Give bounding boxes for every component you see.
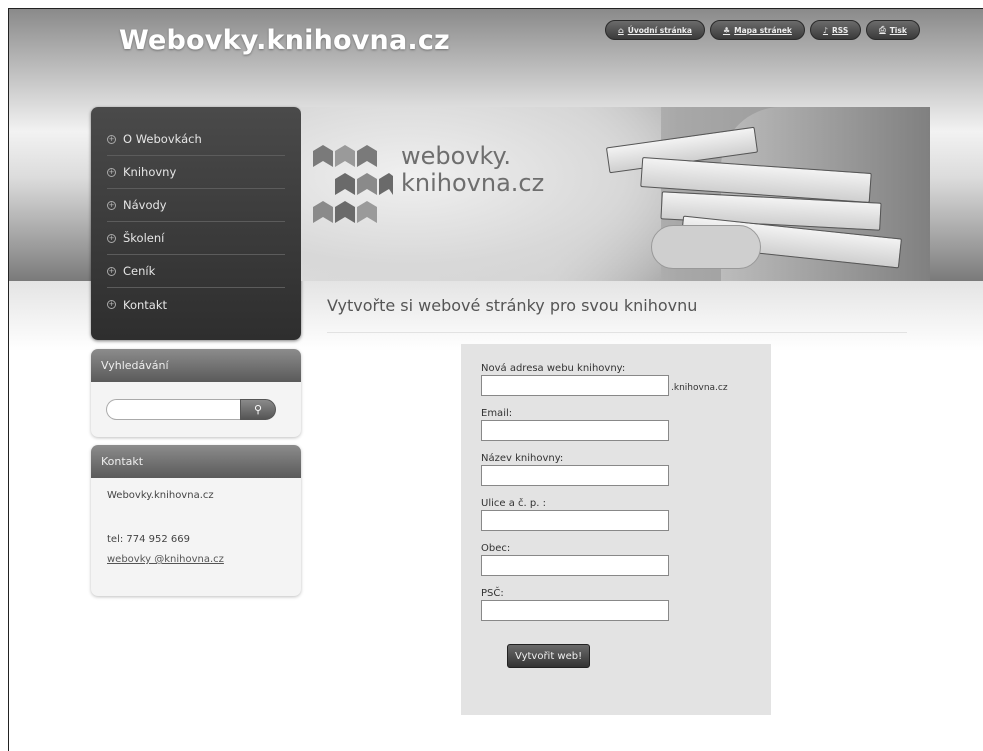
- top-link-rss[interactable]: ♪ RSS: [809, 20, 862, 40]
- banner-hand: [651, 225, 761, 269]
- nav-item-label: Školení: [123, 231, 165, 245]
- top-link-label: Tisk: [889, 25, 907, 35]
- contact-email-link[interactable]: webovky @knihovna.cz: [107, 554, 301, 565]
- nav-item-cenik[interactable]: + Ceník: [107, 255, 285, 288]
- field-label: Obec:: [481, 543, 511, 554]
- nav-item-label: Ceník: [123, 264, 156, 278]
- library-name-input[interactable]: [481, 465, 669, 486]
- search-button[interactable]: ⚲: [240, 399, 276, 420]
- search-input[interactable]: [106, 399, 240, 420]
- contact-phone: tel: 774 952 669: [107, 534, 191, 545]
- field-label: Ulice a č. p. :: [481, 498, 546, 509]
- heading-divider: [327, 332, 907, 333]
- circle-bullet-icon: +: [107, 167, 116, 177]
- top-link-label: Mapa stránek: [734, 25, 792, 35]
- field-label: Email:: [481, 408, 513, 419]
- banner-logo-text: webovky. knihovna.cz: [401, 143, 544, 197]
- search-panel-title: Vyhledávání: [91, 349, 301, 382]
- create-web-button[interactable]: Vytvořit web!: [507, 644, 591, 668]
- street-input[interactable]: [481, 510, 669, 531]
- circle-bullet-icon: +: [107, 134, 116, 144]
- hero-banner: webovky. knihovna.cz: [301, 107, 930, 281]
- circle-bullet-icon: +: [107, 266, 116, 276]
- sitemap-icon: ♣: [722, 25, 731, 35]
- nav-item-label: Knihovny: [123, 165, 177, 179]
- top-link-label: Úvodní stránka: [627, 25, 692, 35]
- circle-bullet-icon: +: [107, 233, 116, 243]
- page: Webovky.knihovna.cz ⌂ Úvodní stránka ♣ M…: [8, 8, 983, 751]
- circle-bullet-icon: +: [107, 200, 116, 210]
- contact-name: Webovky.knihovna.cz: [107, 490, 214, 501]
- page-title: Vytvořte si webové stránky pro svou knih…: [327, 296, 698, 315]
- home-icon: ⌂: [618, 25, 624, 35]
- top-link-home[interactable]: ⌂ Úvodní stránka: [605, 20, 705, 40]
- print-icon: ⎙: [879, 25, 886, 34]
- field-label: Název knihovny:: [481, 453, 564, 464]
- nav-item-label: O Webovkách: [123, 132, 202, 146]
- nav-item-label: Návody: [123, 198, 167, 212]
- field-street: Ulice a č. p. :: [481, 497, 771, 531]
- search-icon: ⚲: [253, 403, 263, 416]
- create-web-form: Nová adresa webu knihovny: .knihovna.cz …: [461, 344, 771, 715]
- banner-logo-line2: knihovna.cz: [401, 169, 545, 197]
- main-nav: + O Webovkách + Knihovny + Návody + Škol…: [91, 107, 301, 340]
- contact-panel-title: Kontakt: [91, 445, 301, 478]
- nav-item-skoleni[interactable]: + Školení: [107, 222, 285, 255]
- field-city: Obec:: [481, 542, 771, 576]
- nav-item-knihovny[interactable]: + Knihovny: [107, 156, 285, 189]
- search-panel: Vyhledávání ⚲: [91, 349, 301, 437]
- field-label: Nová adresa webu knihovny:: [481, 363, 626, 374]
- city-input[interactable]: [481, 555, 669, 576]
- field-email: Email:: [481, 407, 771, 441]
- banner-logo-line1: webovky.: [401, 142, 511, 170]
- field-web-address: Nová adresa webu knihovny: .knihovna.cz: [481, 362, 771, 396]
- logo-mark-icon: [313, 145, 393, 223]
- nav-item-label: Kontakt: [123, 297, 168, 312]
- contact-panel: Kontakt Webovky.knihovna.cz tel: 774 952…: [91, 445, 301, 596]
- web-address-input[interactable]: [481, 375, 669, 396]
- site-title[interactable]: Webovky.knihovna.cz: [119, 25, 450, 56]
- top-link-sitemap[interactable]: ♣ Mapa stránek: [709, 20, 805, 40]
- nav-item-kontakt[interactable]: + Kontakt: [107, 288, 285, 321]
- top-links: ⌂ Úvodní stránka ♣ Mapa stránek ♪ RSS ⎙ …: [605, 20, 920, 40]
- field-postcode: PSČ:: [481, 587, 771, 621]
- field-library-name: Název knihovny:: [481, 452, 771, 486]
- postcode-input[interactable]: [481, 600, 669, 621]
- top-link-label: RSS: [832, 25, 849, 35]
- domain-suffix: .knihovna.cz: [671, 383, 728, 393]
- rss-icon: ♪: [822, 25, 829, 35]
- contact-body: Webovky.knihovna.cz tel: 774 952 669 web…: [91, 478, 301, 565]
- circle-bullet-icon: +: [107, 300, 116, 309]
- search-row: ⚲: [106, 399, 276, 420]
- email-input[interactable]: [481, 420, 669, 441]
- top-link-print[interactable]: ⎙ Tisk: [866, 20, 920, 40]
- nav-item-o-webovkach[interactable]: + O Webovkách: [107, 123, 285, 156]
- field-row: .knihovna.cz: [481, 375, 771, 396]
- field-label: PSČ:: [481, 588, 504, 599]
- nav-item-navody[interactable]: + Návody: [107, 189, 285, 222]
